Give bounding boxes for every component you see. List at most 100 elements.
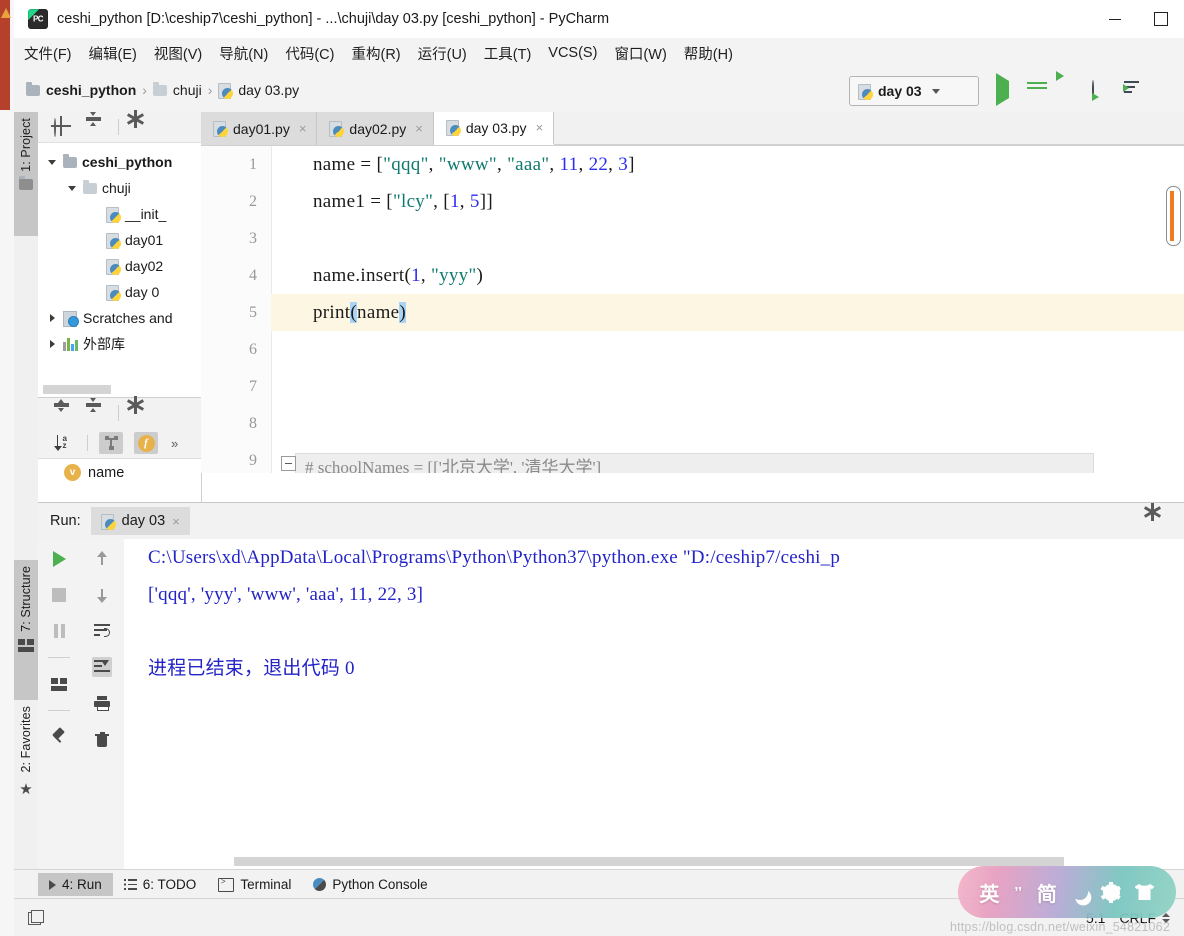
menu-edit[interactable]: 编辑(E) (82, 40, 144, 67)
sidebar-item-structure[interactable]: 7: Structure (14, 560, 38, 706)
rerun-button[interactable] (49, 549, 69, 569)
bottom-tab-todo[interactable]: 6: TODO (113, 873, 208, 896)
scroll-to-end-button[interactable] (92, 657, 112, 677)
run-configuration-selector[interactable]: day 03 (849, 76, 979, 106)
python-file-icon (329, 121, 345, 137)
csdn-watermark: https://blog.csdn.net/weixin_54821062 (949, 920, 1170, 934)
collapse-all-icon[interactable] (86, 398, 102, 421)
show-inherited-icon[interactable] (99, 432, 123, 454)
line-number: 7 (249, 378, 257, 395)
layout-button[interactable] (49, 674, 69, 694)
tree-node-scratches[interactable]: Scratches and (38, 305, 201, 331)
breadcrumb-file[interactable]: day 03.py (218, 82, 299, 99)
close-icon[interactable]: × (536, 120, 544, 135)
breadcrumb-project[interactable]: ceshi_python (26, 81, 136, 98)
menu-navigate[interactable]: 导航(N) (212, 40, 275, 67)
expand-all-icon[interactable] (54, 398, 70, 421)
locate-file-icon[interactable] (54, 118, 70, 137)
external-libraries-icon (63, 337, 78, 351)
close-icon[interactable]: × (299, 121, 307, 136)
hide-panel-icon[interactable] (167, 405, 183, 421)
soft-wrap-button[interactable] (92, 621, 112, 641)
tree-node-day01[interactable]: day01 (38, 227, 201, 253)
project-horizontal-scrollbar[interactable] (43, 385, 111, 394)
menu-run[interactable]: 运行(U) (411, 40, 474, 67)
run-with-console-button[interactable] (1124, 81, 1142, 99)
event-log-icon[interactable] (28, 910, 44, 925)
editor-vertical-scrollbar[interactable] (1166, 186, 1181, 246)
pycharm-logo-icon (28, 9, 48, 29)
hide-panel-icon[interactable] (167, 119, 183, 135)
ime-punctuation-toggle[interactable]: ’’ (1014, 884, 1022, 901)
menu-window[interactable]: 窗口(W) (607, 40, 673, 67)
tree-node-day02[interactable]: day02 (38, 253, 201, 279)
tree-node-chuji[interactable]: chuji (38, 175, 201, 201)
menu-code[interactable]: 代码(C) (278, 40, 341, 67)
close-icon[interactable]: × (415, 121, 423, 136)
code-editor[interactable]: 1 2 3 4 5 6 7 8 9 name = ["qqq", "www", … (201, 146, 1184, 473)
settings-gear-icon[interactable] (126, 396, 151, 421)
ime-moon-icon[interactable] (1070, 882, 1091, 903)
clear-all-button[interactable] (92, 729, 112, 749)
bottom-tab-run[interactable]: 4: Run (38, 873, 113, 896)
up-stack-button[interactable] (92, 549, 112, 569)
tree-node-init[interactable]: __init_ (38, 201, 201, 227)
ime-floating-bar[interactable]: 英 ’’ 简 (958, 866, 1176, 918)
code-content[interactable]: name = ["qqq", "www", "aaa", 11, 22, 3] … (271, 146, 1184, 473)
ime-skin-shirt-icon[interactable] (1134, 884, 1155, 900)
sort-alphabetically-icon[interactable]: az (52, 432, 76, 454)
menu-vcs[interactable]: VCS(S) (541, 42, 604, 64)
menu-help[interactable]: 帮助(H) (677, 40, 740, 67)
menu-view[interactable]: 视图(V) (147, 40, 209, 67)
chevron-down-icon[interactable] (66, 186, 78, 191)
collapse-all-icon[interactable] (86, 112, 102, 135)
breadcrumb-folder[interactable]: chuji (152, 81, 202, 98)
chevron-right-icon[interactable] (46, 340, 58, 348)
structure-item-label: name (88, 464, 125, 481)
tab-day03[interactable]: day 03.py × (433, 112, 555, 145)
settings-gear-icon[interactable] (126, 110, 151, 135)
tab-day02[interactable]: day02.py × (317, 112, 434, 145)
bottom-tab-python-console[interactable]: Python Console (302, 873, 438, 896)
stop-button[interactable] (1156, 81, 1174, 99)
maximize-button[interactable] (1138, 0, 1184, 38)
ime-language-toggle[interactable]: 英 (979, 878, 999, 907)
stop-button[interactable] (49, 585, 69, 605)
ime-settings-gear-icon[interactable] (1101, 881, 1122, 903)
title-bar: ceshi_python [D:\ceship7\ceshi_python] -… (14, 0, 1184, 38)
tree-node-external-libraries[interactable]: 外部库 (38, 331, 201, 357)
pin-tab-button[interactable] (49, 727, 69, 747)
menu-file[interactable]: 文件(F) (17, 40, 79, 67)
toolbar-divider (48, 657, 70, 658)
run-button[interactable] (996, 73, 1014, 106)
chevron-down-icon[interactable] (46, 160, 58, 165)
menu-tools[interactable]: 工具(T) (477, 40, 539, 67)
down-stack-button[interactable] (92, 585, 112, 605)
chevron-right-icon[interactable] (46, 314, 58, 322)
minimize-button[interactable] (1092, 0, 1138, 38)
code-fold-icon[interactable] (281, 456, 296, 471)
menu-refactor[interactable]: 重构(R) (344, 40, 407, 67)
run-with-coverage-button[interactable] (1060, 81, 1078, 99)
show-fields-icon[interactable]: f (134, 432, 158, 454)
ime-simplified-toggle[interactable]: 简 (1037, 878, 1057, 907)
close-icon[interactable]: × (172, 514, 180, 529)
run-tab-day03[interactable]: day 03 × (90, 507, 190, 535)
debug-button[interactable] (1028, 81, 1046, 99)
settings-gear-icon[interactable] (1143, 503, 1168, 528)
toolbar-divider (118, 405, 119, 421)
console-horizontal-scrollbar[interactable] (234, 857, 1064, 866)
profile-button[interactable] (1092, 80, 1110, 99)
sidebar-item-favorites[interactable]: 2: Favorites ★ (14, 700, 38, 854)
structure-item-name[interactable]: v name (38, 459, 201, 481)
run-side-toolbar (38, 539, 81, 870)
more-options-icon[interactable]: » (171, 436, 178, 451)
tree-node-day03[interactable]: day 0 (38, 279, 201, 305)
bottom-tab-terminal[interactable]: Terminal (207, 873, 302, 896)
print-button[interactable] (92, 693, 112, 713)
console-output[interactable]: C:\Users\xd\AppData\Local\Programs\Pytho… (124, 539, 1184, 870)
sidebar-item-project[interactable]: 1: Project (14, 112, 38, 236)
tree-node-project[interactable]: ceshi_python (38, 149, 201, 175)
pause-button[interactable] (49, 621, 69, 641)
tab-day01[interactable]: day01.py × (201, 112, 318, 145)
